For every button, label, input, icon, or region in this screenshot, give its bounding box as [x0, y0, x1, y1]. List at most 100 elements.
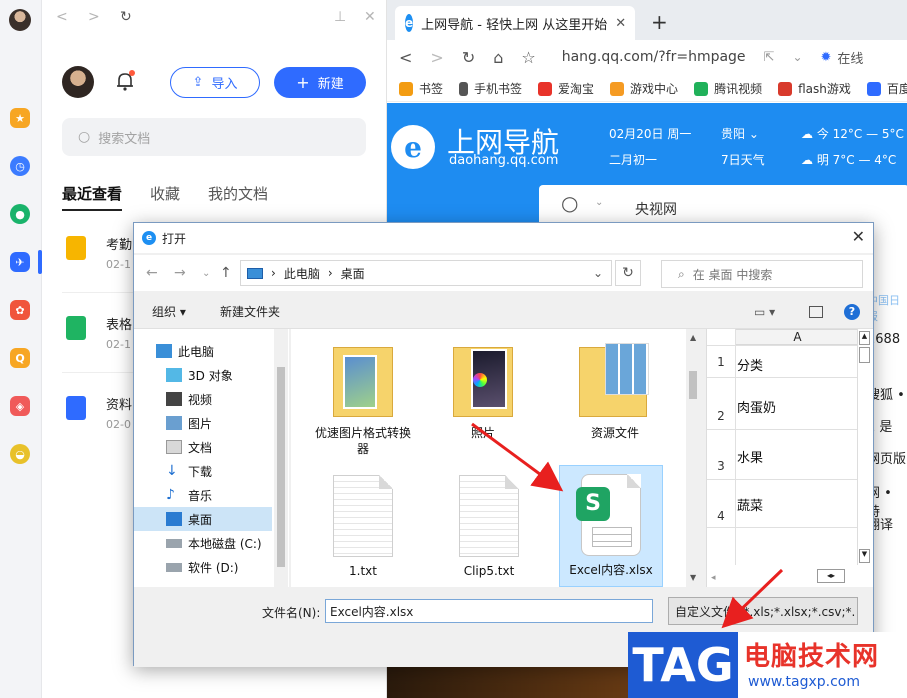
bookmark-item[interactable]: 百度	[866, 80, 907, 97]
bookmark-item[interactable]: 手机书签	[459, 80, 522, 97]
file-item-xlsx[interactable]: S Excel内容.xlsx	[559, 465, 663, 587]
bookmark-item[interactable]: 书签	[399, 80, 443, 97]
nav-icon[interactable]: ✈	[10, 252, 30, 272]
reload-icon[interactable]: ↻	[462, 48, 475, 67]
refresh-icon[interactable]: ↻	[120, 9, 132, 25]
files-vscrollbar[interactable]: ▲ ▼	[686, 329, 700, 587]
forward-arrow-icon[interactable]: →	[174, 265, 186, 281]
bell-icon[interactable]	[114, 70, 136, 92]
file-item-folder[interactable]: 优速图片格式转换器	[311, 329, 415, 457]
site-url: www.tagxp.com	[748, 674, 860, 690]
tree-item-disk-c[interactable]: 本地磁盘 (C:)	[166, 531, 262, 555]
filetype-select[interactable]: 自定义文件 (*.xls;*.xlsx;*.csv;*.	[668, 597, 858, 625]
drive-icon	[166, 538, 182, 548]
back-arrow-icon[interactable]: ←	[146, 265, 158, 281]
tree-item-desktop[interactable]: 桌面	[134, 507, 272, 531]
organize-menu[interactable]: 组织 ▾	[152, 303, 186, 320]
pin-icon[interactable]: ⊥	[334, 9, 346, 25]
search-icon: ○	[561, 191, 579, 215]
dialog-titlebar: e 打开	[134, 223, 873, 253]
tree-item-pc[interactable]: 此电脑	[156, 339, 214, 363]
tab-my-docs[interactable]: 我的文档	[208, 183, 268, 204]
desktop-icon	[166, 512, 182, 526]
new-folder-button[interactable]: 新建文件夹	[220, 303, 280, 320]
tree-item-disk-d[interactable]: 软件 (D:)	[166, 555, 238, 579]
chevron-down-icon[interactable]: ⌄	[202, 268, 210, 279]
preview-pane-icon[interactable]	[809, 305, 823, 318]
back-icon[interactable]: <	[56, 9, 68, 25]
sheet-preview: A 1 分类 2 肉蛋奶 3 水果 4 蔬菜 ◂ ◂▸	[707, 329, 860, 583]
tree-item-downloads[interactable]: ↓ 下载	[166, 459, 212, 483]
music-icon: ♪	[166, 487, 175, 503]
close-icon[interactable]: ✕	[364, 9, 376, 25]
user-avatar[interactable]	[9, 9, 31, 31]
dialog-nav-row: ← → ⌄ ↑ › 此电脑 › 桌面 ⌄ ↻ ⌕ 在 桌面 中搜索	[134, 255, 873, 291]
folder-icon	[333, 337, 393, 421]
tab-recent[interactable]: 最近查看	[62, 183, 123, 211]
web-search-input[interactable]: ○ ⌄ 央视网	[539, 185, 907, 225]
browser-tab[interactable]: e 上网导航 - 轻快上网 从这里开始 ✕	[395, 6, 635, 40]
paw-icon[interactable]: ✹	[821, 50, 832, 65]
weather-today: ☁ 今 12°C — 5°C	[801, 127, 904, 141]
close-icon[interactable]: ✕	[852, 227, 865, 246]
tree-scrollbar[interactable]	[274, 329, 288, 587]
search-tool-icon[interactable]: Q	[10, 348, 30, 368]
share-icon[interactable]: ⇱	[764, 50, 775, 65]
new-button[interactable]: + 新建	[274, 67, 366, 98]
desktop-search-input[interactable]: ⌕ 在 桌面 中搜索	[661, 260, 863, 288]
preview-scrollbar[interactable]: ▲ ▼	[857, 329, 871, 565]
view-menu-icon[interactable]: ▭ ▾	[754, 305, 775, 319]
breadcrumb-desktop[interactable]: 桌面	[341, 265, 365, 282]
tree-item-pictures[interactable]: 图片	[166, 411, 212, 435]
file-item-folder[interactable]: 照片	[431, 329, 535, 441]
chevron-down-icon[interactable]: ⌄	[792, 50, 802, 64]
tree-item-documents[interactable]: 文档	[166, 435, 212, 459]
new-tab-icon[interactable]: +	[651, 10, 668, 34]
star-icon[interactable]: ☆	[521, 48, 535, 67]
filename-input[interactable]: Excel内容.xlsx	[325, 599, 653, 623]
up-arrow-icon[interactable]: ↑	[220, 265, 232, 281]
back-icon[interactable]: <	[399, 48, 412, 67]
image-tool-icon[interactable]: ◈	[10, 396, 30, 416]
bookmark-item[interactable]: flash游戏	[778, 80, 851, 97]
tree-item-music[interactable]: ♪ 音乐	[166, 483, 212, 507]
search-docs-input[interactable]: ○ 搜索文档	[62, 118, 366, 156]
tree-item-3d[interactable]: 3D 对象	[166, 363, 233, 387]
site-subtitle: daohang.qq.com	[449, 153, 559, 168]
cloud-icon[interactable]: ◒	[10, 444, 30, 464]
file-item-txt[interactable]: 1.txt	[311, 467, 415, 579]
doc-icon	[66, 236, 86, 260]
help-icon[interactable]: ?	[844, 303, 860, 320]
document-icon	[166, 440, 182, 454]
tab-favorites[interactable]: 收藏	[150, 183, 180, 204]
bookmark-item[interactable]: 腾讯视频	[694, 80, 762, 97]
text-file-icon	[459, 475, 519, 557]
bookmark-item[interactable]: 游戏中心	[610, 80, 678, 97]
breadcrumb[interactable]: › 此电脑 › 桌面 ⌄	[240, 260, 612, 286]
chevron-down-icon: ⌄	[595, 197, 604, 208]
file-item-folder[interactable]: 资源文件	[563, 329, 667, 441]
bookmark-item[interactable]: 爱淘宝	[538, 80, 594, 97]
file-item-txt[interactable]: Clip5.txt	[437, 467, 541, 579]
pdf-icon[interactable]: ✿	[10, 300, 30, 320]
forward-icon[interactable]: >	[88, 9, 100, 25]
url-input[interactable]: hang.qq.com/?fr=hmpage	[562, 49, 746, 65]
forward-icon[interactable]: >	[430, 48, 443, 67]
home-icon[interactable]: ⌂	[493, 48, 503, 67]
star-icon[interactable]: ★	[10, 108, 30, 128]
tab-close-icon[interactable]: ✕	[615, 16, 626, 31]
folder-icon	[453, 337, 513, 421]
breadcrumb-pc[interactable]: 此电脑	[284, 265, 320, 282]
chevron-down-icon[interactable]: ⌄	[593, 266, 603, 280]
city-select[interactable]: 贵阳 ⌄	[721, 125, 759, 142]
clock-icon[interactable]: ◷	[10, 156, 30, 176]
film-icon	[166, 392, 182, 406]
refresh-icon[interactable]: ↻	[615, 260, 641, 286]
cube-icon	[166, 368, 182, 382]
sheet-icon	[66, 316, 86, 340]
profile-avatar[interactable]	[62, 66, 94, 98]
site-logo-icon: e	[391, 125, 435, 169]
tree-item-video[interactable]: 视频	[166, 387, 212, 411]
chat-icon[interactable]: ●	[10, 204, 30, 224]
import-button[interactable]: ⇪ 导入	[170, 67, 260, 98]
